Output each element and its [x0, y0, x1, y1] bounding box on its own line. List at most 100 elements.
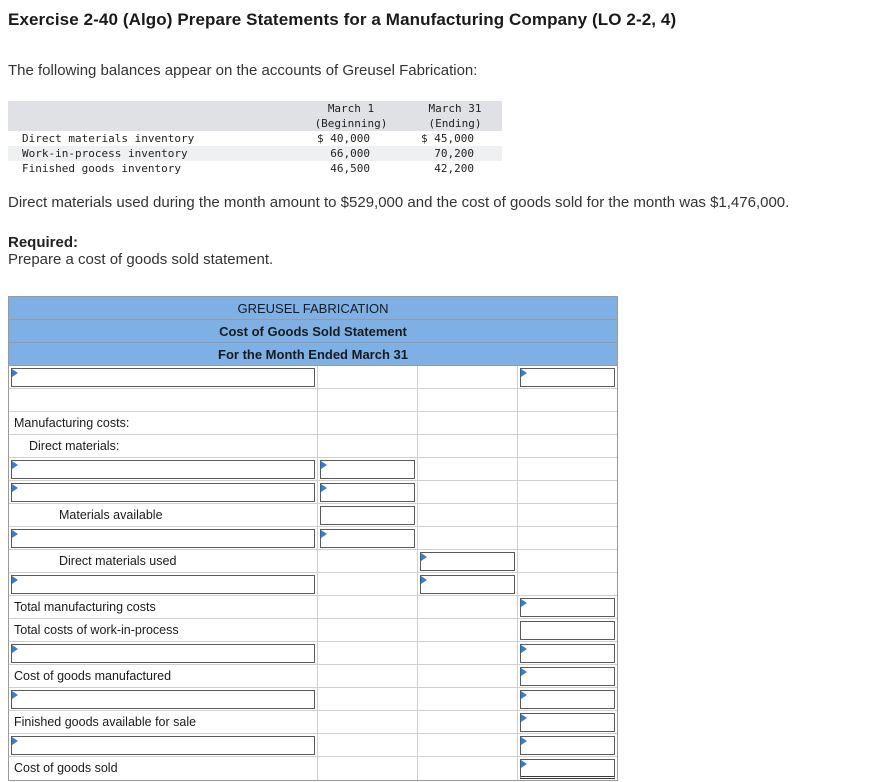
- amount-input[interactable]: [520, 759, 615, 779]
- amount-input[interactable]: [520, 644, 615, 663]
- row-label: Cost of goods manufactured: [9, 665, 318, 687]
- label-cell[interactable]: [9, 458, 318, 480]
- amount-input[interactable]: [320, 529, 415, 548]
- balance-beginning: $ 40,000: [317, 132, 370, 145]
- amount-cell: [518, 435, 617, 457]
- amount-input[interactable]: [520, 736, 615, 755]
- balance-beginning: 66,000: [330, 147, 370, 160]
- amount-input[interactable]: [320, 483, 415, 502]
- amount-input[interactable]: [420, 575, 515, 594]
- label-input[interactable]: [11, 575, 315, 594]
- worksheet-company: GREUSEL FABRICATION: [9, 297, 617, 320]
- label-input[interactable]: [11, 736, 315, 755]
- amount-cell: [318, 642, 418, 664]
- label-cell[interactable]: [9, 573, 318, 595]
- label-cell[interactable]: [9, 734, 318, 756]
- amount-cell[interactable]: [318, 481, 418, 503]
- amount-cell: [318, 435, 418, 457]
- amount-input[interactable]: [520, 713, 615, 732]
- amount-input[interactable]: [520, 621, 615, 640]
- amount-input[interactable]: [520, 598, 615, 617]
- input-flag-icon: [521, 691, 527, 699]
- table-row: Manufacturing costs:: [9, 412, 617, 435]
- label-cell[interactable]: [9, 688, 318, 710]
- input-flag-icon: [521, 714, 527, 722]
- input-flag-icon: [521, 645, 527, 653]
- label-input[interactable]: [11, 483, 315, 502]
- input-flag-icon: [12, 645, 18, 653]
- amount-cell: [518, 481, 617, 503]
- amount-input[interactable]: [520, 667, 615, 686]
- amount-cell[interactable]: [518, 711, 617, 733]
- table-row: [9, 688, 617, 711]
- amount-cell[interactable]: [318, 527, 418, 549]
- problem-statement: Direct materials used during the month a…: [8, 194, 790, 211]
- label-input[interactable]: [11, 644, 315, 663]
- label-input[interactable]: [11, 460, 315, 479]
- balance-ending: $ 45,000: [421, 132, 474, 145]
- label-cell[interactable]: [9, 366, 318, 388]
- balance-label: Work-in-process inventory: [22, 147, 188, 160]
- table-row: [9, 642, 617, 665]
- amount-cell[interactable]: [418, 573, 518, 595]
- input-flag-icon: [521, 737, 527, 745]
- amount-cell: [418, 757, 518, 780]
- amount-cell[interactable]: [518, 366, 617, 388]
- table-row: [9, 734, 617, 757]
- table-row: [9, 573, 617, 596]
- input-flag-icon: [421, 576, 427, 584]
- amount-cell: [318, 596, 418, 618]
- amount-cell[interactable]: [518, 596, 617, 618]
- amount-cell: [518, 550, 617, 572]
- table-row: [9, 458, 617, 481]
- label-cell[interactable]: [9, 642, 318, 664]
- required-text: Prepare a cost of goods sold statement.: [8, 251, 274, 268]
- amount-cell[interactable]: [518, 642, 617, 664]
- worksheet-statement-name: Cost of Goods Sold Statement: [9, 320, 617, 343]
- amount-cell[interactable]: [318, 458, 418, 480]
- row-label: Cost of goods sold: [9, 757, 318, 780]
- table-row: Total costs of work-in-process: [9, 619, 617, 642]
- label-input[interactable]: [11, 368, 315, 387]
- row-label: Total manufacturing costs: [9, 596, 318, 618]
- balance-label: Finished goods inventory: [22, 162, 181, 175]
- col1-head-line1: March 1: [327, 102, 375, 115]
- table-row: [9, 366, 617, 389]
- required-label: Required:: [8, 234, 79, 251]
- amount-cell[interactable]: [518, 688, 617, 710]
- balances-header: March 1 (Beginning) March 31 (Ending): [8, 101, 502, 131]
- balances-table: March 1 (Beginning) March 31 (Ending) Di…: [8, 101, 502, 176]
- amount-input[interactable]: [520, 690, 615, 709]
- amount-cell[interactable]: [518, 757, 617, 780]
- amount-cell: [418, 389, 518, 411]
- amount-cell: [418, 665, 518, 687]
- amount-cell[interactable]: [318, 504, 418, 526]
- amount-input[interactable]: [320, 506, 415, 525]
- amount-cell[interactable]: [518, 619, 617, 641]
- input-flag-icon: [12, 737, 18, 745]
- amount-cell: [418, 688, 518, 710]
- amount-cell: [318, 550, 418, 572]
- table-row: Cost of goods manufactured: [9, 665, 617, 688]
- label-cell[interactable]: [9, 481, 318, 503]
- amount-cell[interactable]: [418, 550, 518, 572]
- input-flag-icon: [12, 691, 18, 699]
- label-cell[interactable]: [9, 527, 318, 549]
- amount-cell: [418, 642, 518, 664]
- amount-input[interactable]: [520, 368, 615, 387]
- row-label: Manufacturing costs:: [9, 412, 318, 434]
- amount-cell: [418, 435, 518, 457]
- amount-cell[interactable]: [518, 665, 617, 687]
- balance-row: Direct materials inventory $ 40,000 $ 45…: [8, 131, 502, 146]
- amount-cell: [518, 389, 617, 411]
- amount-input[interactable]: [420, 552, 515, 571]
- col2-head-line1: March 31: [428, 102, 482, 115]
- row-label: Direct materials:: [9, 435, 318, 457]
- label-input[interactable]: [11, 529, 315, 548]
- worksheet-period: For the Month Ended March 31: [9, 343, 617, 366]
- table-row: Materials available: [9, 504, 617, 527]
- amount-input[interactable]: [320, 460, 415, 479]
- label-input[interactable]: [11, 690, 315, 709]
- amount-cell[interactable]: [518, 734, 617, 756]
- col1-head-line2: (Beginning): [314, 117, 388, 130]
